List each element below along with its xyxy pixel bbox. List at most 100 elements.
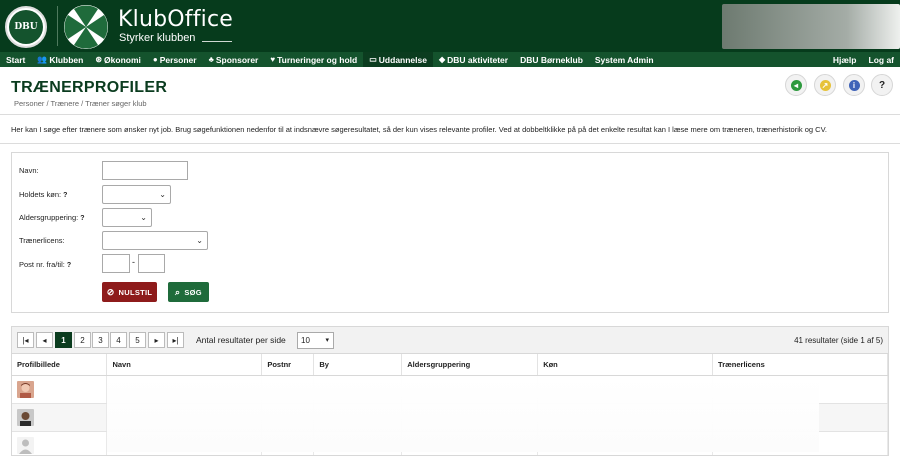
nav-item-log-af[interactable]: Log af	[863, 52, 900, 67]
postal-to-input[interactable]	[138, 254, 165, 273]
search-label: SØG	[184, 287, 202, 297]
export-icon: ↗	[819, 79, 831, 91]
page-button-2[interactable]: 2	[74, 332, 91, 348]
age-group-select[interactable]: ⌄	[102, 208, 152, 227]
info-button[interactable]: i	[843, 74, 865, 96]
age-group-label: Aldersgruppering:?	[19, 213, 84, 222]
nav-item-klubben[interactable]: 👥 Klubben	[31, 52, 89, 67]
export-button[interactable]: ↗	[814, 74, 836, 96]
brand-underline	[202, 41, 232, 42]
kluboffice-logo-icon[interactable]	[64, 5, 108, 49]
postal-from-input[interactable]	[102, 254, 130, 273]
column-header-traenerlicens[interactable]: Trænerlicens	[712, 354, 888, 376]
dbu-logo: DBU	[5, 6, 47, 48]
reset-button[interactable]: ⊘ NULSTIL	[102, 282, 157, 302]
postal-separator: -	[132, 257, 135, 267]
column-header-navn[interactable]: Navn	[106, 354, 263, 376]
user-area-blurred	[722, 4, 900, 49]
search-panel: Navn: Holdets køn:? ⌄ Aldersgruppering:?…	[11, 152, 889, 313]
nav-item-system-admin[interactable]: System Admin	[589, 52, 660, 67]
nav-label: Klubben	[49, 54, 84, 65]
nav-item-uddannelse[interactable]: ▭ Uddannelse	[363, 52, 433, 67]
results-panel: |◂ ◂ 1 2 3 4 5 ▸ ▸| Antal resultater per…	[11, 326, 889, 456]
column-header-by[interactable]: By	[313, 354, 403, 376]
profile-picture-cell	[12, 375, 108, 404]
chevron-down-icon: ⌄	[140, 213, 147, 222]
nav-item-start[interactable]: Start	[0, 52, 31, 67]
person-icon: ●	[152, 55, 158, 64]
page-button-4[interactable]: 4	[110, 332, 127, 348]
help-icon[interactable]: ?	[80, 215, 84, 222]
breadcrumb[interactable]: Personer / Trænere / Træner søger klub	[14, 99, 147, 108]
nav-item-dbu-aktiviteter[interactable]: ◆ DBU aktiviteter	[433, 52, 514, 67]
last-page-button[interactable]: ▸|	[167, 332, 184, 348]
column-header-kon[interactable]: Køn	[537, 354, 714, 376]
name-input[interactable]	[102, 161, 188, 180]
help-icon[interactable]: ?	[63, 192, 67, 199]
profile-picture-cell	[12, 403, 108, 432]
first-page-icon: |◂	[22, 335, 29, 345]
brand-title: KlubOffice	[118, 7, 233, 32]
prohibit-icon: ⊘	[106, 286, 115, 297]
page-button-1[interactable]: 1	[55, 332, 72, 348]
column-header-postnr[interactable]: Postnr	[261, 354, 315, 376]
brand-subtitle: Styrker klubben	[119, 32, 196, 44]
nav-label: Turneringer og hold	[277, 54, 358, 65]
intro-text: Her kan I søge efter trænere som ønsker …	[11, 125, 827, 134]
label-text: Aldersgruppering:	[19, 213, 79, 222]
label-text: Post nr. fra/til:	[19, 260, 65, 269]
next-page-button[interactable]: ▸	[148, 332, 165, 348]
profile-photo	[17, 380, 34, 398]
page-title: TRÆNERPROFILER	[11, 79, 168, 96]
team-gender-label: Holdets køn:?	[19, 190, 67, 199]
help-button[interactable]: ?	[871, 74, 893, 96]
postal-label: Post nr. fra/til:?	[19, 260, 71, 269]
profile-picture-cell	[12, 431, 108, 455]
column-header-profilbillede[interactable]: Profilbillede	[12, 354, 108, 376]
main-nav: Start 👥 Klubben ⊛ Økonomi ● Personer ♣ Spons…	[0, 52, 900, 67]
nav-label: Sponsorer	[215, 54, 259, 65]
triangle-down-icon: ▾	[325, 337, 329, 344]
sponsor-icon: ♣	[208, 55, 214, 64]
search-button[interactable]: ⌕ SØG	[168, 282, 209, 302]
blurred-results-overlay	[107, 376, 819, 452]
dbu-logo-text: DBU	[9, 10, 43, 44]
pagination-toolbar: |◂ ◂ 1 2 3 4 5 ▸ ▸| Antal resultater per…	[12, 327, 888, 354]
license-label: Trænerlicens:	[19, 236, 65, 245]
chevron-down-icon: ⌄	[159, 190, 166, 199]
nav-label: Økonomi	[104, 54, 141, 65]
page-button-3[interactable]: 3	[92, 332, 109, 348]
coin-icon: ⊛	[95, 55, 103, 64]
team-gender-select[interactable]: ⌄	[102, 185, 171, 204]
table-header-row: Profilbillede Navn Postnr By Aldersgrupp…	[12, 354, 888, 376]
prev-page-button[interactable]: ◂	[36, 332, 53, 348]
result-count: 41 resultater (side 1 af 5)	[794, 336, 883, 345]
nav-item-turneringer[interactable]: ♥ Turneringer og hold	[264, 52, 363, 67]
default-avatar-icon	[17, 436, 34, 454]
back-button[interactable]: ◂	[785, 74, 807, 96]
next-page-icon: ▸	[154, 335, 159, 345]
nav-label: Start	[6, 54, 26, 65]
page-button-5[interactable]: 5	[129, 332, 146, 348]
column-header-aldersgruppering[interactable]: Aldersgruppering	[401, 354, 539, 376]
divider	[0, 114, 900, 115]
first-page-button[interactable]: |◂	[17, 332, 34, 348]
nav-item-hjaelp[interactable]: Hjælp	[827, 52, 863, 67]
nav-item-okonomi[interactable]: ⊛ Økonomi	[89, 52, 147, 67]
per-page-select[interactable]: 10 ▾	[297, 332, 334, 349]
nav-item-personer[interactable]: ● Personer	[147, 52, 203, 67]
search-icon: ⌕	[175, 286, 181, 297]
nav-item-sponsorer[interactable]: ♣ Sponsorer	[203, 52, 265, 67]
label-text: Holdets køn:	[19, 190, 62, 199]
help-icon[interactable]: ?	[67, 262, 71, 269]
nav-label: DBU Børneklub	[520, 54, 583, 65]
license-select[interactable]: ⌄	[102, 231, 208, 250]
chevron-down-icon: ⌄	[196, 236, 203, 245]
people-icon: 👥	[37, 55, 48, 64]
reset-label: NULSTIL	[118, 287, 153, 297]
help-icon: ?	[878, 79, 886, 91]
nav-item-dbu-borneklub[interactable]: DBU Børneklub	[514, 52, 589, 67]
back-arrow-icon: ◂	[790, 79, 802, 91]
trophy-icon: ♥	[270, 55, 276, 64]
graduation-icon: ◆	[438, 55, 446, 64]
